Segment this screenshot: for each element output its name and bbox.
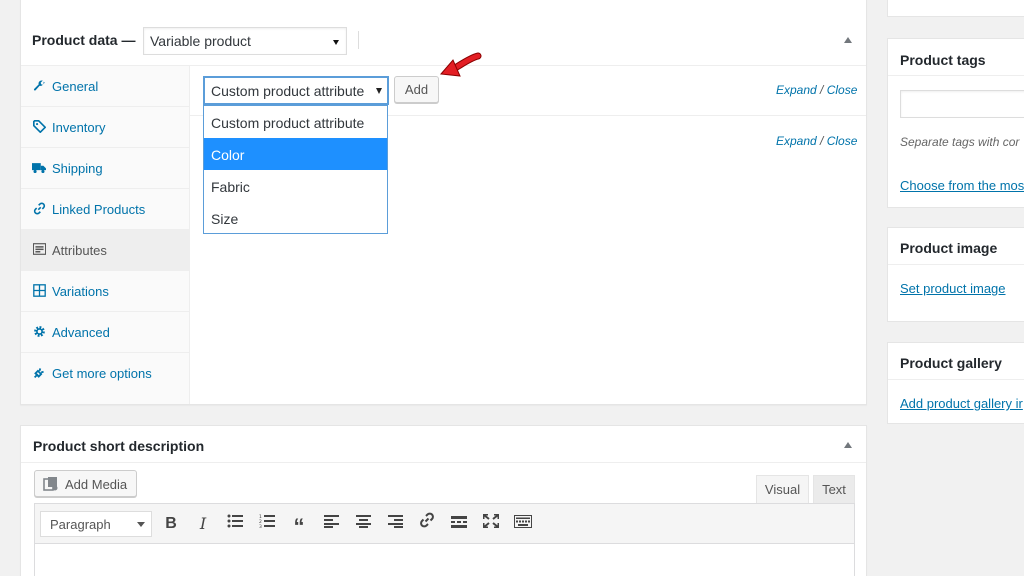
tab-text[interactable]: Text: [813, 475, 855, 504]
set-product-image-link[interactable]: Set product image: [900, 281, 1006, 296]
tags-input[interactable]: [900, 90, 1024, 118]
tab-advanced-label: Advanced: [52, 325, 110, 340]
media-icon: [43, 476, 59, 492]
tab-inventory[interactable]: Inventory: [21, 107, 189, 148]
tag-icon: [32, 120, 46, 134]
attribute-select-value: Custom product attribute: [211, 83, 365, 99]
add-media-button[interactable]: Add Media: [34, 470, 137, 497]
divider: [888, 75, 1024, 76]
numbered-list-icon[interactable]: 123: [255, 512, 279, 536]
red-arrow-icon: [440, 52, 482, 77]
product-data-tabs: General Inventory Shipping Linked Produc…: [21, 66, 190, 404]
option-fabric[interactable]: Fabric: [204, 170, 387, 202]
plugin-icon: [32, 366, 46, 380]
align-left-icon[interactable]: [319, 512, 343, 536]
truck-icon: [32, 161, 46, 175]
expand-close-links: Expand / Close: [776, 83, 857, 97]
close-all-link[interactable]: Close: [827, 83, 858, 97]
tab-general-label: General: [52, 79, 99, 94]
link-icon[interactable]: [415, 512, 439, 536]
tab-linked-products[interactable]: Linked Products: [21, 189, 189, 230]
header-divider: [358, 31, 359, 49]
tab-general[interactable]: General: [21, 66, 189, 107]
editor-content-area[interactable]: [34, 544, 855, 576]
divider: [21, 462, 866, 463]
tab-shipping-label: Shipping: [52, 161, 103, 176]
short-description-panel: Product short description Add Media Visu…: [20, 425, 867, 576]
chevron-down-icon: [137, 522, 145, 527]
chevron-down-icon: [333, 40, 339, 45]
list-icon: [32, 243, 46, 257]
collapse-toggle-icon[interactable]: [844, 442, 852, 448]
bold-icon[interactable]: B: [159, 512, 183, 536]
expand-all-link[interactable]: Expand: [776, 83, 817, 97]
option-color[interactable]: Color: [204, 138, 387, 170]
italic-icon[interactable]: I: [191, 512, 215, 536]
grid-icon: [32, 284, 46, 298]
expand-link[interactable]: Expand: [776, 134, 817, 148]
short-description-title: Product short description: [33, 438, 205, 454]
fullscreen-icon[interactable]: [479, 512, 503, 536]
collapse-toggle-icon[interactable]: [844, 37, 852, 43]
tab-get-more-options[interactable]: Get more options: [21, 353, 189, 394]
link-icon: [32, 202, 46, 216]
option-size[interactable]: Size: [204, 202, 387, 234]
toolbar-toggle-icon[interactable]: [511, 512, 535, 536]
tab-inventory-label: Inventory: [52, 120, 106, 135]
paragraph-format-select[interactable]: Paragraph: [40, 511, 152, 537]
tab-get-more-options-label: Get more options: [52, 366, 152, 381]
sidebar-box-top: [887, 0, 1024, 17]
tab-visual[interactable]: Visual: [756, 475, 809, 504]
paragraph-format-value: Paragraph: [50, 517, 111, 532]
tab-attributes[interactable]: Attributes: [21, 230, 189, 271]
tab-variations-label: Variations: [52, 284, 109, 299]
product-type-value: Variable product: [150, 33, 251, 49]
product-type-select[interactable]: Variable product: [143, 27, 347, 55]
product-image-title: Product image: [900, 240, 998, 256]
close-link[interactable]: Close: [827, 134, 858, 148]
product-tags-title: Product tags: [900, 52, 986, 68]
editor-toolbar: Paragraph B I 123 “: [34, 503, 855, 544]
read-more-icon[interactable]: [447, 512, 471, 536]
chevron-down-icon: [376, 88, 382, 94]
gear-icon: [32, 325, 46, 339]
svg-text:3: 3: [259, 524, 262, 528]
wrench-icon: [32, 79, 46, 93]
product-data-title: Product data —: [32, 32, 136, 48]
product-tags-box: Product tags Separate tags with cor Choo…: [887, 38, 1024, 208]
product-gallery-title: Product gallery: [900, 355, 1002, 371]
divider: [888, 379, 1024, 380]
attribute-taxonomy-select[interactable]: Custom product attribute: [203, 76, 389, 105]
tab-shipping[interactable]: Shipping: [21, 148, 189, 189]
tab-variations[interactable]: Variations: [21, 271, 189, 312]
add-attribute-button[interactable]: Add: [394, 76, 439, 103]
blockquote-icon[interactable]: “: [287, 512, 311, 539]
separator: /: [820, 134, 827, 148]
option-custom-product-attribute[interactable]: Custom product attribute: [204, 106, 387, 138]
tab-linked-products-label: Linked Products: [52, 202, 146, 217]
separator: /: [820, 83, 827, 97]
tags-help-text: Separate tags with cor: [900, 135, 1020, 149]
attribute-dropdown-list: Custom product attribute Color Fabric Si…: [203, 105, 388, 234]
expand-close-links-attribute: Expand / Close: [776, 134, 857, 148]
add-media-label: Add Media: [65, 477, 128, 492]
choose-most-used-tags-link[interactable]: Choose from the mos: [900, 178, 1024, 193]
align-right-icon[interactable]: [383, 512, 407, 536]
bullet-list-icon[interactable]: [223, 512, 247, 536]
tab-advanced[interactable]: Advanced: [21, 312, 189, 353]
product-gallery-box: Product gallery Add product gallery ir: [887, 342, 1024, 424]
tab-attributes-label: Attributes: [52, 243, 107, 258]
align-center-icon[interactable]: [351, 512, 375, 536]
product-image-box: Product image Set product image: [887, 227, 1024, 322]
divider: [888, 264, 1024, 265]
add-product-gallery-images-link[interactable]: Add product gallery ir: [900, 396, 1023, 411]
